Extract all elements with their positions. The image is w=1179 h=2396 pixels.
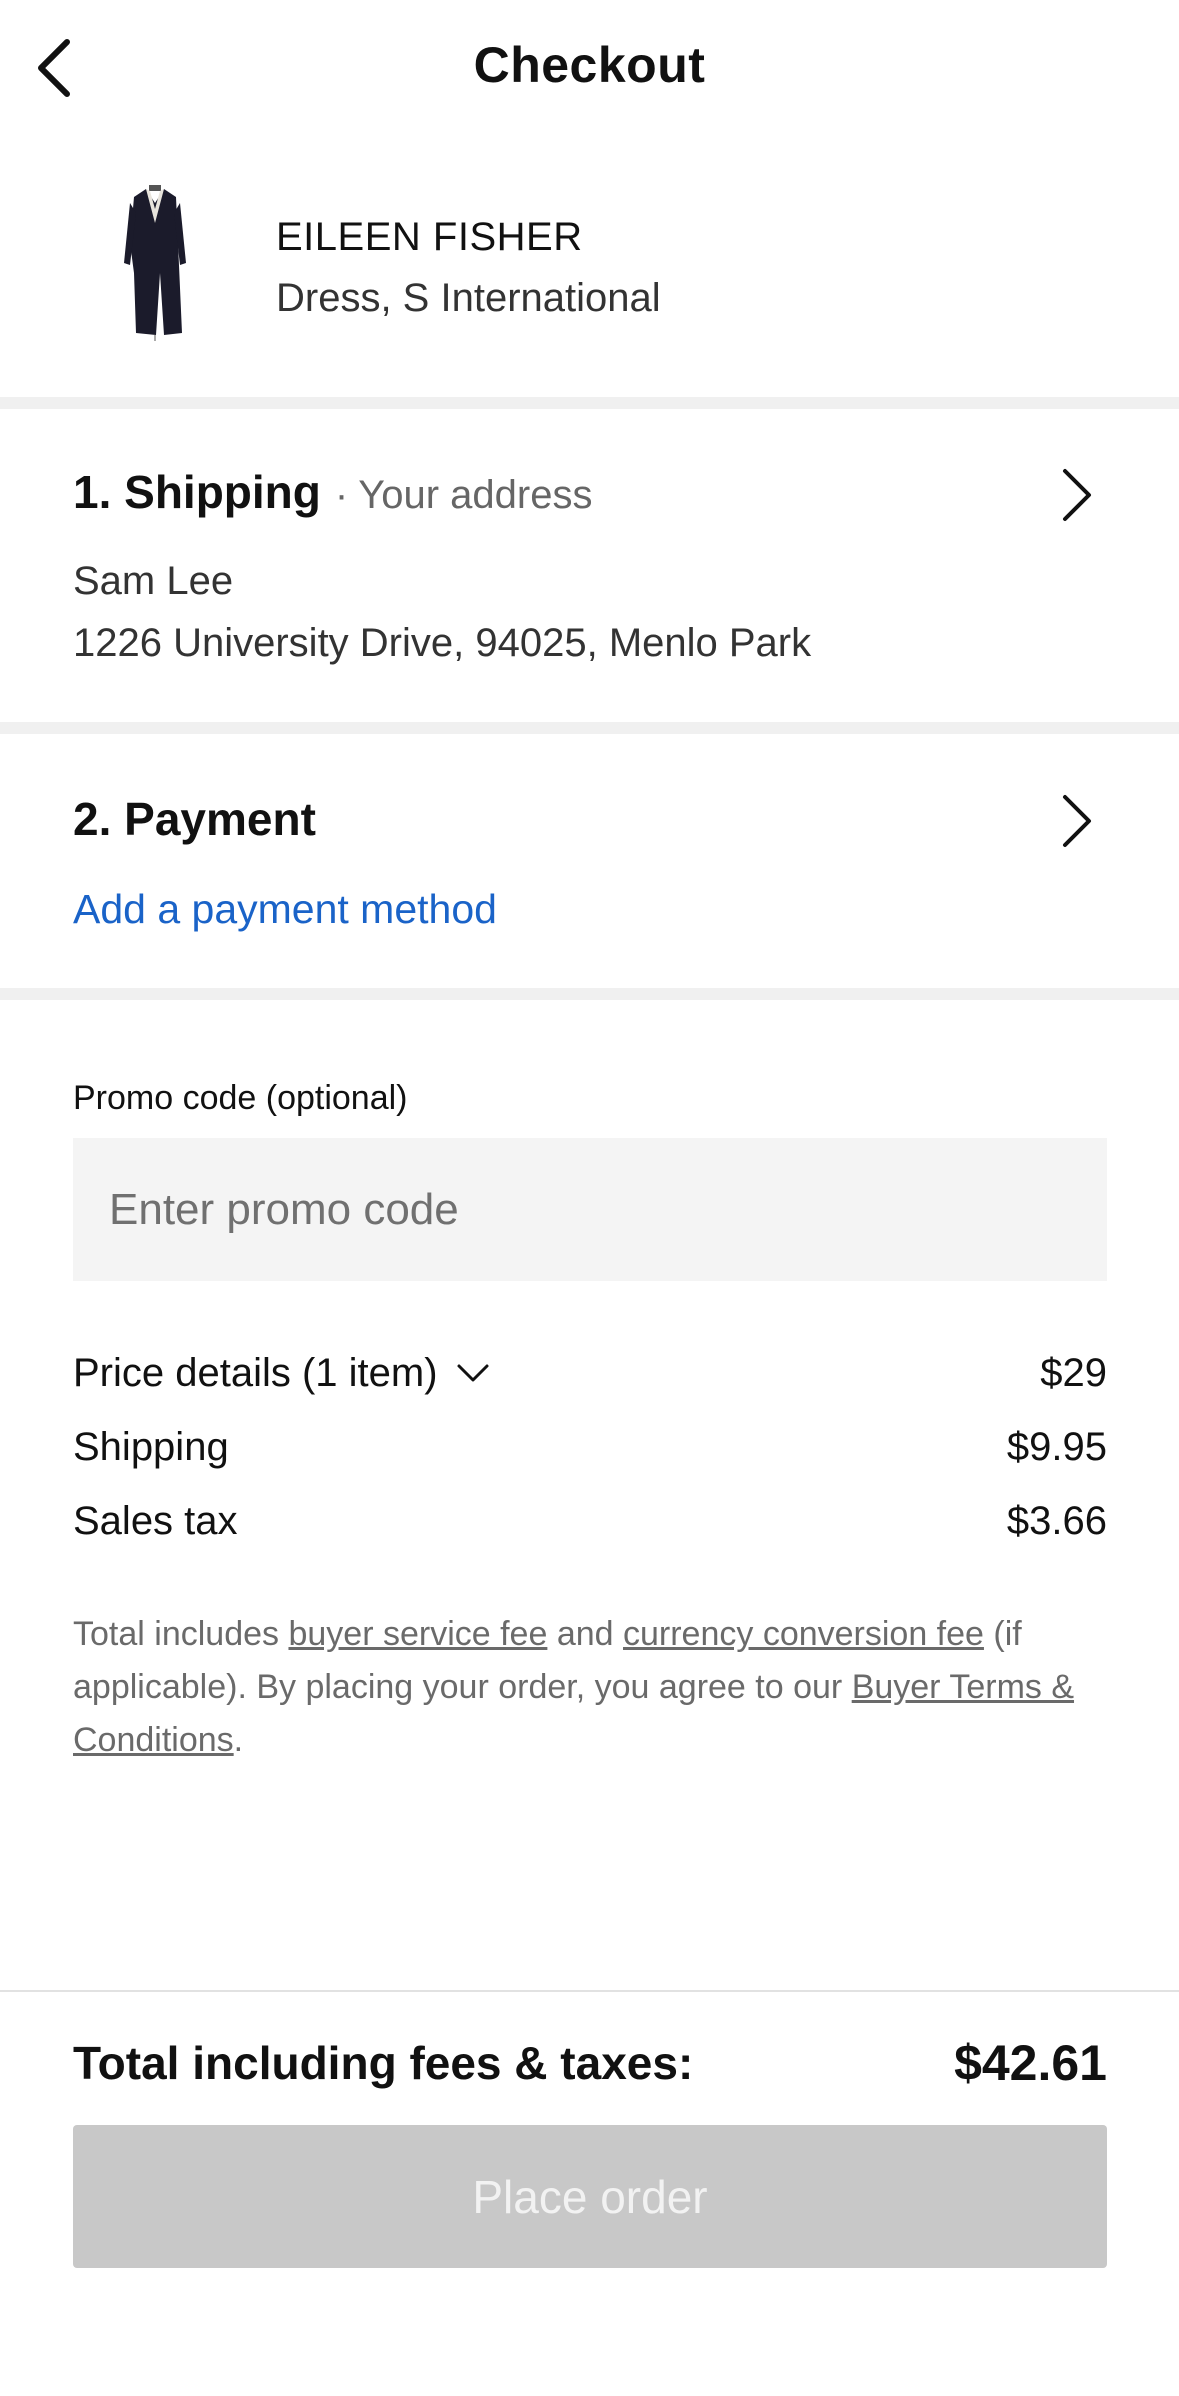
- payment-heading: 2. Payment: [73, 793, 316, 845]
- terms-disclaimer: Total includes buyer service fee and cur…: [73, 1608, 1113, 1767]
- payment-section[interactable]: 2. Payment Add a payment method: [0, 734, 1179, 988]
- page-title: Checkout: [473, 37, 706, 93]
- shipping-section[interactable]: 1. Shipping · Your address Sam Lee 1226 Un…: [0, 409, 1179, 722]
- price-details-label: Price details (1 item): [73, 1350, 438, 1395]
- chevron-down-icon: [457, 1364, 489, 1382]
- terms-text: .: [233, 1721, 244, 1759]
- product-description: Dress, S International: [276, 276, 661, 320]
- total-label: Total including fees & taxes:: [73, 2037, 694, 2089]
- section-divider: [0, 988, 1179, 1000]
- shipping-title: 1. Shipping: [73, 466, 321, 518]
- product-brand: EILEEN FISHER: [276, 215, 583, 259]
- chevron-right-icon: [1063, 795, 1091, 847]
- add-payment-method-link[interactable]: Add a payment method: [73, 886, 497, 933]
- product-summary: EILEEN FISHER Dress, S International: [0, 135, 1179, 397]
- footer-divider: [0, 1990, 1179, 1992]
- shipping-cost-row: Shipping $9.95: [73, 1417, 1107, 1477]
- separator-dot: ·: [334, 473, 349, 517]
- chevron-right-icon: [1063, 469, 1091, 521]
- product-thumbnail: [124, 185, 186, 341]
- shipping-name: Sam Lee: [73, 559, 234, 603]
- shipping-heading: 1. Shipping · Your address: [73, 465, 592, 519]
- total-value: $42.61: [954, 2035, 1107, 2091]
- buyer-service-fee-link[interactable]: buyer service fee: [288, 1615, 547, 1653]
- sales-tax-label: Sales tax: [73, 1498, 238, 1543]
- promo-code-label: Promo code (optional): [73, 1079, 408, 1117]
- terms-text: and: [547, 1615, 623, 1653]
- sales-tax-amount: $3.66: [1006, 1498, 1107, 1543]
- shipping-subheading: Your address: [358, 473, 593, 517]
- header-bar: Checkout: [0, 0, 1179, 135]
- price-details-amount: $29: [1040, 1350, 1107, 1395]
- section-divider: [0, 397, 1179, 409]
- shipping-cost-amount: $9.95: [1006, 1424, 1107, 1469]
- shipping-address: 1226 University Drive, 94025, Menlo Park: [73, 621, 812, 665]
- place-order-button[interactable]: Place order: [73, 2125, 1107, 2268]
- price-details-row: Price details (1 item) $29: [73, 1343, 1107, 1403]
- sales-tax-row: Sales tax $3.66: [73, 1491, 1107, 1551]
- currency-conversion-fee-link[interactable]: currency conversion fee: [623, 1615, 984, 1653]
- promo-code-input[interactable]: [73, 1138, 1107, 1281]
- section-divider: [0, 722, 1179, 734]
- price-details-toggle[interactable]: Price details (1 item): [73, 1351, 490, 1396]
- terms-text: Total includes: [73, 1615, 289, 1653]
- shipping-cost-label: Shipping: [73, 1424, 229, 1469]
